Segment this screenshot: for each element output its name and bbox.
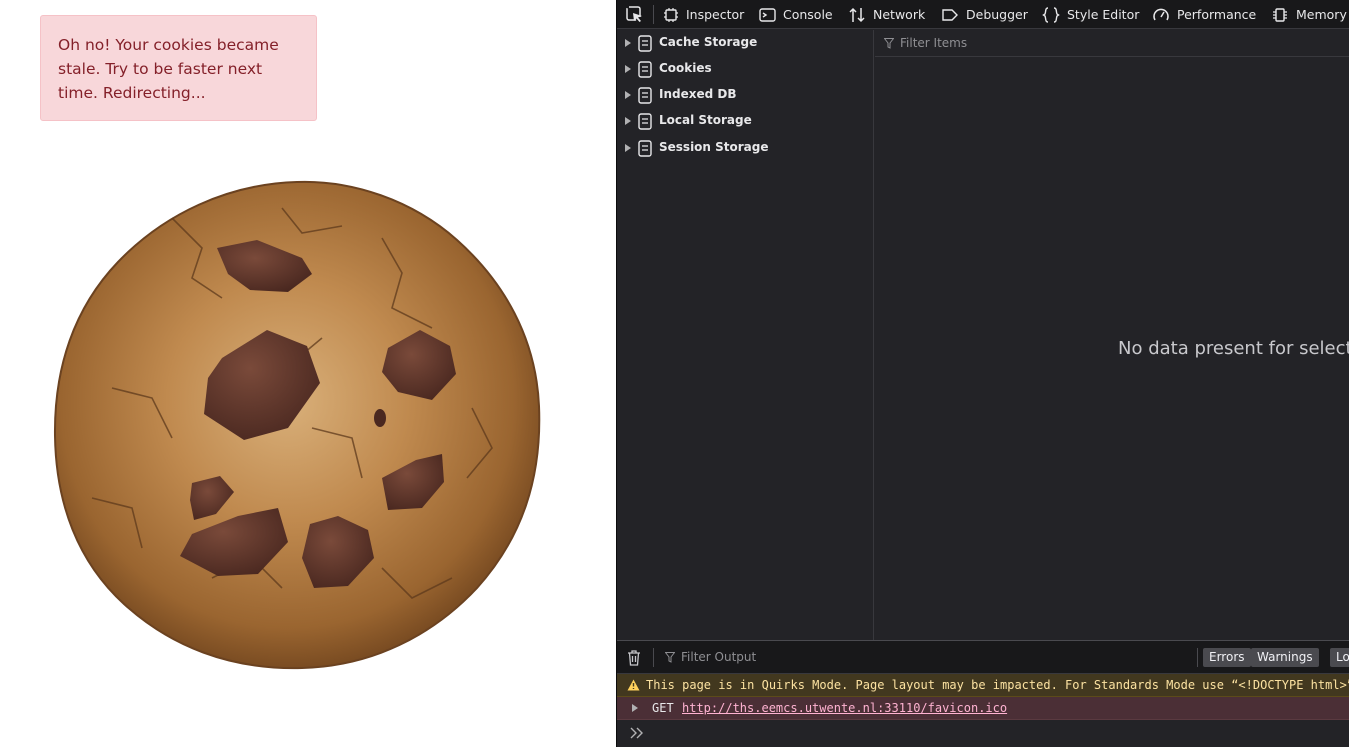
- expand-arrow-icon[interactable]: [625, 144, 631, 152]
- warning-text: This page is in Quirks Mode. Page layout…: [646, 678, 1349, 692]
- tab-label: Performance: [1177, 7, 1257, 22]
- storage-icon: [638, 87, 652, 104]
- expand-arrow-icon[interactable]: [625, 91, 631, 99]
- tab-inspector[interactable]: Inspector: [663, 0, 744, 29]
- tab-network[interactable]: Network: [848, 0, 925, 29]
- filter-items-placeholder: Filter Items: [900, 36, 968, 50]
- expand-arrow-icon[interactable]: [625, 117, 631, 125]
- sidebar-item-session-storage[interactable]: Session Storage: [617, 136, 874, 160]
- tab-label: Console: [783, 7, 833, 22]
- sidebar-item-label: Local Storage: [659, 113, 752, 127]
- sidebar-item-local-storage[interactable]: Local Storage: [617, 109, 874, 133]
- split-console: Filter Output Errors Warnings Logs This …: [617, 640, 1349, 747]
- expand-arrow-icon[interactable]: [632, 704, 638, 712]
- devtools-toolbar: Inspector Console Network Debugger Style…: [617, 0, 1349, 29]
- tab-memory[interactable]: Memory: [1271, 0, 1347, 29]
- warnings-filter-button[interactable]: Warnings: [1251, 648, 1319, 667]
- cookie-image[interactable]: [52, 178, 542, 670]
- inspector-icon: [664, 7, 678, 22]
- sidebar-item-label: Cache Storage: [659, 35, 758, 49]
- sidebar-item-label: Indexed DB: [659, 87, 737, 101]
- tab-label: Inspector: [686, 7, 745, 22]
- tab-style-editor[interactable]: Style Editor: [1042, 0, 1139, 29]
- console-toolbar: Filter Output Errors Warnings Logs: [617, 641, 1349, 674]
- tab-performance[interactable]: Performance: [1152, 0, 1256, 29]
- errors-filter-button[interactable]: Errors: [1203, 648, 1251, 667]
- toolbar-separator: [653, 5, 654, 24]
- filter-items-input[interactable]: Filter Items: [875, 30, 1349, 57]
- tab-debugger[interactable]: Debugger: [941, 0, 1028, 29]
- expand-arrow-icon[interactable]: [625, 39, 631, 47]
- stale-cookie-alert: Oh no! Your cookies became stale. Try to…: [40, 15, 317, 121]
- cookie-body: [53, 180, 541, 670]
- request-method: GET: [652, 701, 674, 715]
- sidebar-item-cache-storage[interactable]: Cache Storage: [617, 31, 874, 55]
- tab-label: Network: [873, 7, 926, 22]
- console-warning-message: This page is in Quirks Mode. Page layout…: [617, 674, 1349, 697]
- network-icon: [849, 7, 865, 22]
- sidebar-item-label: Session Storage: [659, 140, 769, 154]
- sidebar-item-label: Cookies: [659, 61, 712, 75]
- console-prompt-icon[interactable]: [630, 727, 644, 739]
- sidebar-item-cookies[interactable]: Cookies: [617, 57, 874, 81]
- warning-icon: [627, 679, 640, 691]
- logs-filter-button[interactable]: Logs: [1330, 648, 1349, 667]
- toolbar-separator: [1197, 648, 1198, 667]
- storage-sidebar: Cache Storage Cookies Indexed DB Local S…: [617, 30, 874, 640]
- toolbar-separator: [653, 648, 654, 667]
- tab-label: Memory: [1296, 7, 1347, 22]
- console-network-error-message[interactable]: GET http://ths.eemcs.utwente.nl:33110/fa…: [617, 697, 1349, 720]
- storage-icon: [638, 140, 652, 157]
- console-icon: [759, 7, 776, 22]
- expand-arrow-icon[interactable]: [625, 65, 631, 73]
- request-url-link[interactable]: http://ths.eemcs.utwente.nl:33110/favico…: [682, 697, 1007, 719]
- tab-console[interactable]: Console: [759, 0, 833, 29]
- filter-icon: [665, 652, 675, 663]
- element-picker-icon[interactable]: [625, 5, 645, 25]
- tab-label: Style Editor: [1067, 7, 1140, 22]
- alert-text: Oh no! Your cookies became stale. Try to…: [58, 36, 279, 102]
- tab-label: Debugger: [966, 7, 1028, 22]
- memory-icon: [1273, 7, 1287, 22]
- performance-icon: [1153, 8, 1169, 20]
- empty-state-message: No data present for selected host: [1118, 338, 1349, 359]
- style-editor-icon: [1042, 6, 1060, 23]
- sidebar-item-indexed-db[interactable]: Indexed DB: [617, 83, 874, 107]
- devtools-panel: Inspector Console Network Debugger Style…: [616, 0, 1349, 747]
- storage-icon: [638, 35, 652, 52]
- trash-icon[interactable]: [627, 650, 641, 666]
- filter-output-input[interactable]: Filter Output: [681, 650, 756, 664]
- filter-icon: [884, 38, 894, 49]
- storage-icon: [638, 61, 652, 78]
- web-page: Oh no! Your cookies became stale. Try to…: [0, 0, 616, 747]
- debugger-icon: [942, 8, 958, 21]
- storage-icon: [638, 113, 652, 130]
